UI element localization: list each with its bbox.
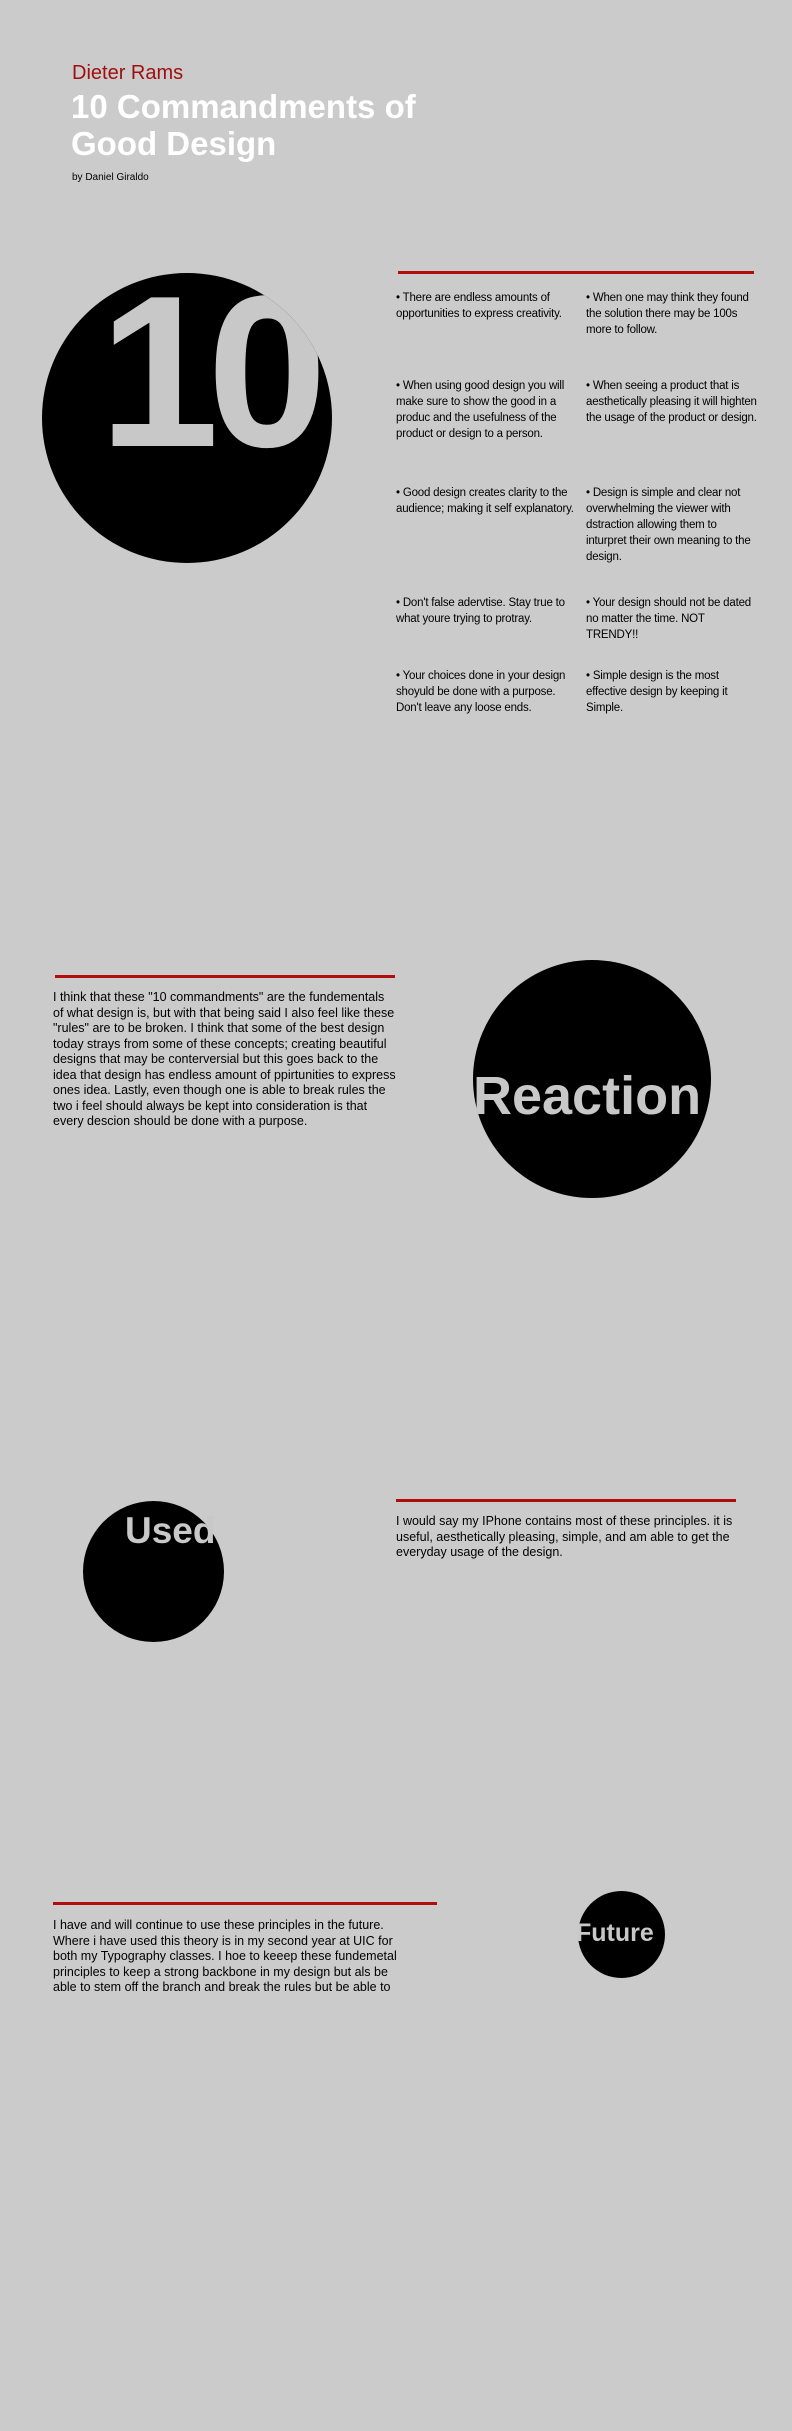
section-divider	[398, 271, 754, 274]
reaction-badge-circle: Reaction	[473, 960, 711, 1198]
byline: by Daniel Giraldo	[72, 172, 149, 183]
future-badge-label: Future	[576, 1919, 654, 1947]
author-name: Dieter Rams	[72, 62, 184, 84]
commandment-item: • Good design creates clarity to the aud…	[396, 487, 574, 515]
used-badge-circle: Used	[83, 1501, 224, 1642]
section-divider	[53, 1902, 437, 1905]
commandment-item: • When one may think they found the solu…	[586, 292, 749, 336]
commandment-item: • Your design should not be dated no mat…	[586, 597, 751, 641]
used-paragraph: I would say my IPhone contains most of t…	[396, 1514, 733, 1559]
section-divider	[396, 1499, 736, 1502]
ten-badge-circle: 10	[42, 273, 332, 563]
future-paragraph: I have and will continue to use these pr…	[53, 1918, 397, 1994]
future-badge-circle: Future	[576, 1891, 665, 1978]
used-badge-label: Used	[125, 1510, 216, 1551]
reaction-badge-label: Reaction	[473, 1066, 702, 1126]
commandments-list: • There are endless amounts of opportuni…	[396, 290, 766, 728]
commandment-item: • There are endless amounts of opportuni…	[396, 292, 562, 320]
commandment-item: • Don't false adervtise. Stay true to wh…	[396, 597, 565, 625]
reaction-paragraph: I think that these "10 commandments" are…	[53, 990, 396, 1128]
commandment-item: • Design is simple and clear not overwhe…	[586, 487, 751, 563]
page-title: 10 Commandments of Good Design	[71, 88, 416, 162]
section-divider	[55, 975, 395, 978]
commandment-item: • When using good design you will make s…	[396, 380, 565, 440]
commandment-item: • Simple design is the most effective de…	[586, 670, 728, 714]
ten-badge-label: 10	[99, 273, 327, 492]
commandment-item: • Your choices done in your design shoyu…	[396, 670, 566, 714]
commandment-item: • When seeing a product that is aestheti…	[586, 380, 757, 424]
